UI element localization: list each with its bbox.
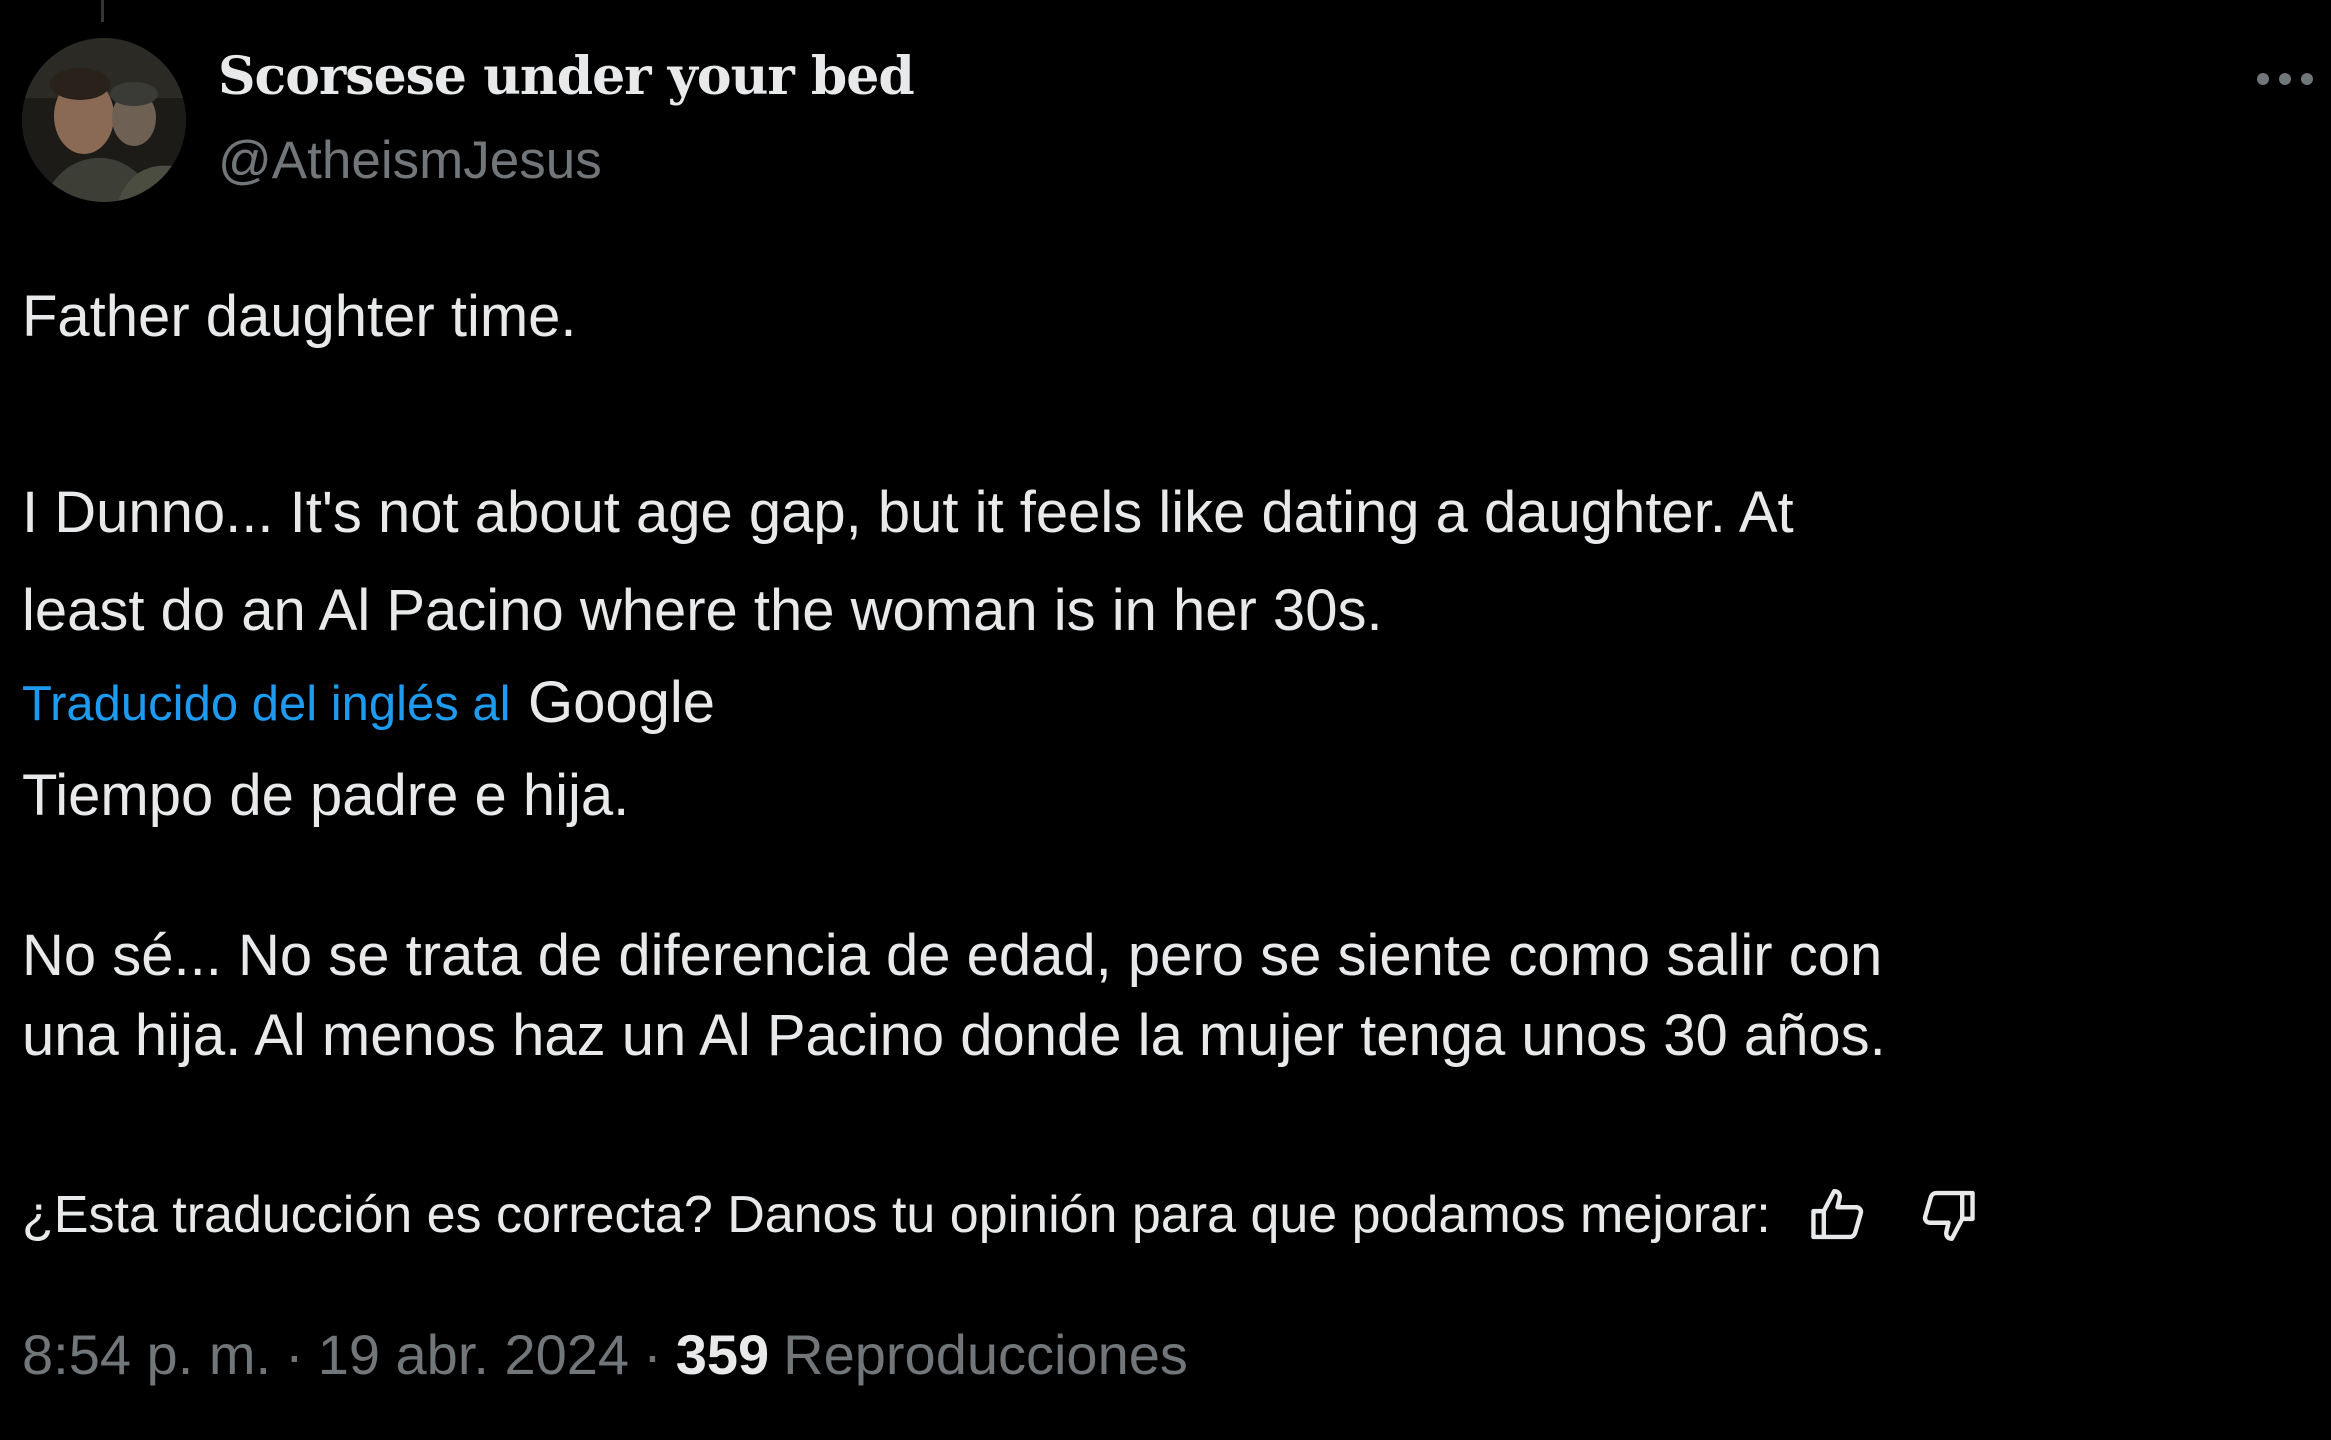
meta-separator: · bbox=[285, 1323, 304, 1386]
tweet-text: Father daughter time. I Dunno... It's no… bbox=[22, 268, 2292, 660]
svg-text:Google: Google bbox=[528, 672, 715, 735]
thread-connector-line bbox=[101, 0, 104, 22]
author-display-name[interactable]: Scorsese under your bed bbox=[218, 46, 915, 107]
translated-from-link[interactable]: Traducido del inglés al bbox=[22, 676, 510, 732]
tweet-text-line: I Dunno... It's not about age gap, but i… bbox=[22, 480, 1794, 545]
translated-text-line: una hija. Al menos haz un Al Pacino dond… bbox=[22, 1003, 1886, 1068]
google-logo: Google bbox=[528, 672, 728, 736]
tweet-text-line: least do an Al Pacino where the woman is… bbox=[22, 578, 1383, 643]
feedback-prompt: ¿Esta traducción es correcta? Danos tu o… bbox=[22, 1186, 1771, 1244]
thumbs-down-button[interactable] bbox=[1913, 1180, 1983, 1250]
more-dots-icon bbox=[2257, 73, 2313, 85]
avatar-image bbox=[22, 38, 186, 202]
translation-feedback: ¿Esta traducción es correcta? Danos tu o… bbox=[22, 1180, 1983, 1250]
tweet-date[interactable]: 19 abr. 2024 bbox=[318, 1322, 629, 1387]
tweet-metadata: 8:54 p. m. · 19 abr. 2024 · 359 Reproduc… bbox=[22, 1322, 1188, 1387]
translated-text-line: Tiempo de padre e hija. bbox=[22, 763, 630, 828]
more-options-button[interactable] bbox=[2250, 60, 2320, 98]
meta-separator: · bbox=[643, 1323, 662, 1386]
views-count[interactable]: 359 bbox=[676, 1322, 769, 1387]
tweet-text-line: Father daughter time. bbox=[22, 284, 577, 349]
translated-text-line: No sé... No se trata de diferencia de ed… bbox=[22, 923, 1883, 988]
thumbs-down-icon bbox=[1922, 1190, 1975, 1241]
author-handle[interactable]: @AtheismJesus bbox=[218, 130, 602, 191]
avatar[interactable] bbox=[22, 38, 186, 202]
thumbs-up-button[interactable] bbox=[1803, 1180, 1873, 1250]
tweet-time[interactable]: 8:54 p. m. bbox=[22, 1322, 271, 1387]
thumbs-up-icon bbox=[1810, 1189, 1863, 1240]
views-label: Reproducciones bbox=[783, 1323, 1188, 1386]
translation-attribution: Traducido del inglés al Google bbox=[22, 672, 728, 736]
translated-text: Tiempo de padre e hija. No sé... No se t… bbox=[22, 756, 2292, 1076]
